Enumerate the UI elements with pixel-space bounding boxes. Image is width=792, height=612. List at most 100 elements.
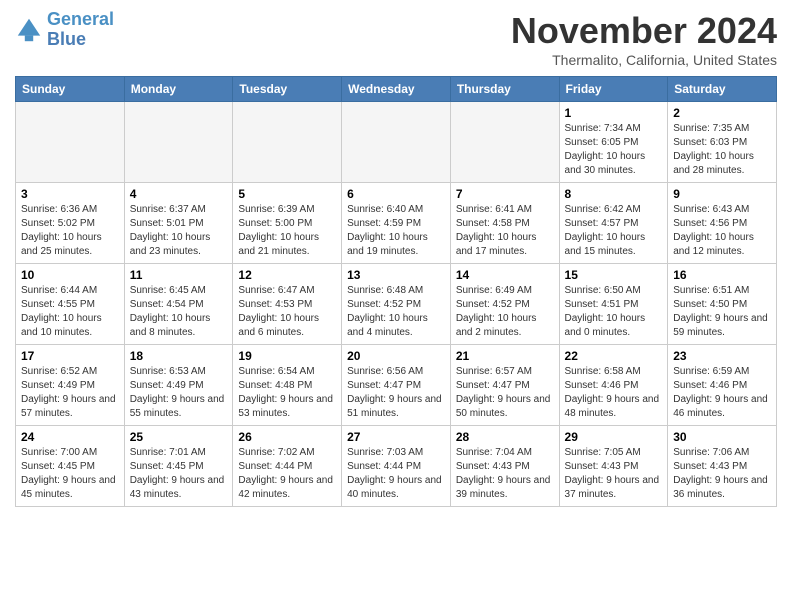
day-number: 4: [130, 187, 228, 201]
calendar-cell: 8 Sunrise: 6:42 AM Sunset: 4:57 PM Daylig…: [559, 183, 668, 264]
calendar-body: 1Sunrise: 7:34 AM Sunset: 6:05 PM Daylig…: [16, 102, 777, 507]
day-number: 27: [347, 430, 445, 444]
day-number: 12: [238, 268, 336, 282]
day-number: 24: [21, 430, 119, 444]
calendar-week: 3 Sunrise: 6:36 AM Sunset: 5:02 PM Daylig…: [16, 183, 777, 264]
calendar-week: 1Sunrise: 7:34 AM Sunset: 6:05 PM Daylig…: [16, 102, 777, 183]
calendar-cell: 11Sunrise: 6:45 AM Sunset: 4:54 PM Dayli…: [124, 264, 233, 345]
day-number: 23: [673, 349, 771, 363]
day-info: Sunrise: 6:40 AM Sunset: 4:59 PM Dayligh…: [347, 203, 445, 259]
header-cell: Friday: [559, 77, 668, 102]
day-number: 9: [673, 187, 771, 201]
calendar-week: 10 Sunrise: 6:44 AM Sunset: 4:55 PM Dayli…: [16, 264, 777, 345]
day-info: Sunrise: 6:36 AM Sunset: 5:02 PM Dayligh…: [21, 203, 119, 259]
calendar-cell: [342, 102, 451, 183]
calendar-cell: 25 Sunrise: 7:01 AM Sunset: 4:45 PM Dayli…: [124, 426, 233, 507]
calendar-week: 24 Sunrise: 7:00 AM Sunset: 4:45 PM Dayli…: [16, 426, 777, 507]
day-info: Sunrise: 6:56 AM Sunset: 4:47 PM Dayligh…: [347, 365, 445, 421]
calendar-table: SundayMondayTuesdayWednesdayThursdayFrid…: [15, 76, 777, 507]
calendar-cell: 2 Sunrise: 7:35 AM Sunset: 6:03 PM Daylig…: [668, 102, 777, 183]
location: Thermalito, California, United States: [511, 52, 777, 68]
day-info: Sunrise: 7:01 AM Sunset: 4:45 PM Dayligh…: [130, 446, 228, 502]
day-info: Sunrise: 6:45 AM Sunset: 4:54 PM Dayligh…: [130, 284, 228, 340]
day-info: Sunrise: 6:37 AM Sunset: 5:01 PM Dayligh…: [130, 203, 228, 259]
calendar-cell: 28Sunrise: 7:04 AM Sunset: 4:43 PM Dayli…: [450, 426, 559, 507]
calendar-cell: 4 Sunrise: 6:37 AM Sunset: 5:01 PM Daylig…: [124, 183, 233, 264]
day-number: 3: [21, 187, 119, 201]
calendar-cell: 24 Sunrise: 7:00 AM Sunset: 4:45 PM Dayli…: [16, 426, 125, 507]
header-cell: Wednesday: [342, 77, 451, 102]
day-info: Sunrise: 6:50 AM Sunset: 4:51 PM Dayligh…: [565, 284, 663, 340]
header-row: SundayMondayTuesdayWednesdayThursdayFrid…: [16, 77, 777, 102]
calendar-cell: 29Sunrise: 7:05 AM Sunset: 4:43 PM Dayli…: [559, 426, 668, 507]
day-number: 8: [565, 187, 663, 201]
logo-icon: [15, 16, 43, 44]
calendar-cell: 7Sunrise: 6:41 AM Sunset: 4:58 PM Daylig…: [450, 183, 559, 264]
calendar-cell: 1Sunrise: 7:34 AM Sunset: 6:05 PM Daylig…: [559, 102, 668, 183]
day-info: Sunrise: 7:34 AM Sunset: 6:05 PM Dayligh…: [565, 122, 663, 178]
day-number: 15: [565, 268, 663, 282]
logo-line1: General: [47, 9, 114, 29]
calendar-cell: [16, 102, 125, 183]
day-number: 10: [21, 268, 119, 282]
day-number: 5: [238, 187, 336, 201]
day-number: 21: [456, 349, 554, 363]
day-info: Sunrise: 6:42 AM Sunset: 4:57 PM Dayligh…: [565, 203, 663, 259]
header-cell: Thursday: [450, 77, 559, 102]
day-number: 20: [347, 349, 445, 363]
day-info: Sunrise: 6:57 AM Sunset: 4:47 PM Dayligh…: [456, 365, 554, 421]
day-info: Sunrise: 7:04 AM Sunset: 4:43 PM Dayligh…: [456, 446, 554, 502]
calendar-cell: 13Sunrise: 6:48 AM Sunset: 4:52 PM Dayli…: [342, 264, 451, 345]
day-info: Sunrise: 7:35 AM Sunset: 6:03 PM Dayligh…: [673, 122, 771, 178]
logo-line2: Blue: [47, 29, 86, 49]
day-info: Sunrise: 7:00 AM Sunset: 4:45 PM Dayligh…: [21, 446, 119, 502]
day-number: 16: [673, 268, 771, 282]
title-block: November 2024 Thermalito, California, Un…: [511, 10, 777, 68]
day-number: 14: [456, 268, 554, 282]
day-info: Sunrise: 6:54 AM Sunset: 4:48 PM Dayligh…: [238, 365, 336, 421]
day-info: Sunrise: 6:59 AM Sunset: 4:46 PM Dayligh…: [673, 365, 771, 421]
day-number: 25: [130, 430, 228, 444]
calendar-cell: 20 Sunrise: 6:56 AM Sunset: 4:47 PM Dayli…: [342, 345, 451, 426]
day-info: Sunrise: 6:43 AM Sunset: 4:56 PM Dayligh…: [673, 203, 771, 259]
calendar-cell: 16 Sunrise: 6:51 AM Sunset: 4:50 PM Dayli…: [668, 264, 777, 345]
calendar-cell: 10 Sunrise: 6:44 AM Sunset: 4:55 PM Dayli…: [16, 264, 125, 345]
day-info: Sunrise: 6:52 AM Sunset: 4:49 PM Dayligh…: [21, 365, 119, 421]
day-info: Sunrise: 6:53 AM Sunset: 4:49 PM Dayligh…: [130, 365, 228, 421]
calendar-header: SundayMondayTuesdayWednesdayThursdayFrid…: [16, 77, 777, 102]
calendar-cell: 15 Sunrise: 6:50 AM Sunset: 4:51 PM Dayli…: [559, 264, 668, 345]
day-info: Sunrise: 6:58 AM Sunset: 4:46 PM Dayligh…: [565, 365, 663, 421]
page: General Blue November 2024 Thermalito, C…: [0, 0, 792, 517]
calendar-cell: 26Sunrise: 7:02 AM Sunset: 4:44 PM Dayli…: [233, 426, 342, 507]
calendar-week: 17Sunrise: 6:52 AM Sunset: 4:49 PM Dayli…: [16, 345, 777, 426]
calendar-cell: 12Sunrise: 6:47 AM Sunset: 4:53 PM Dayli…: [233, 264, 342, 345]
day-number: 30: [673, 430, 771, 444]
day-number: 6: [347, 187, 445, 201]
day-info: Sunrise: 7:03 AM Sunset: 4:44 PM Dayligh…: [347, 446, 445, 502]
calendar-cell: 9 Sunrise: 6:43 AM Sunset: 4:56 PM Daylig…: [668, 183, 777, 264]
calendar-cell: 23 Sunrise: 6:59 AM Sunset: 4:46 PM Dayli…: [668, 345, 777, 426]
month-title: November 2024: [511, 10, 777, 52]
day-info: Sunrise: 7:06 AM Sunset: 4:43 PM Dayligh…: [673, 446, 771, 502]
day-info: Sunrise: 6:51 AM Sunset: 4:50 PM Dayligh…: [673, 284, 771, 340]
calendar-cell: 30 Sunrise: 7:06 AM Sunset: 4:43 PM Dayli…: [668, 426, 777, 507]
calendar-cell: 22 Sunrise: 6:58 AM Sunset: 4:46 PM Dayli…: [559, 345, 668, 426]
header: General Blue November 2024 Thermalito, C…: [15, 10, 777, 68]
day-number: 19: [238, 349, 336, 363]
day-info: Sunrise: 7:05 AM Sunset: 4:43 PM Dayligh…: [565, 446, 663, 502]
calendar-cell: 18 Sunrise: 6:53 AM Sunset: 4:49 PM Dayli…: [124, 345, 233, 426]
calendar-cell: [233, 102, 342, 183]
day-number: 22: [565, 349, 663, 363]
day-number: 26: [238, 430, 336, 444]
header-cell: Monday: [124, 77, 233, 102]
day-info: Sunrise: 6:44 AM Sunset: 4:55 PM Dayligh…: [21, 284, 119, 340]
day-number: 2: [673, 106, 771, 120]
logo: General Blue: [15, 10, 114, 50]
logo-text: General Blue: [47, 10, 114, 50]
day-info: Sunrise: 6:48 AM Sunset: 4:52 PM Dayligh…: [347, 284, 445, 340]
day-number: 18: [130, 349, 228, 363]
calendar-cell: 17Sunrise: 6:52 AM Sunset: 4:49 PM Dayli…: [16, 345, 125, 426]
calendar-cell: [124, 102, 233, 183]
day-info: Sunrise: 6:41 AM Sunset: 4:58 PM Dayligh…: [456, 203, 554, 259]
header-cell: Sunday: [16, 77, 125, 102]
